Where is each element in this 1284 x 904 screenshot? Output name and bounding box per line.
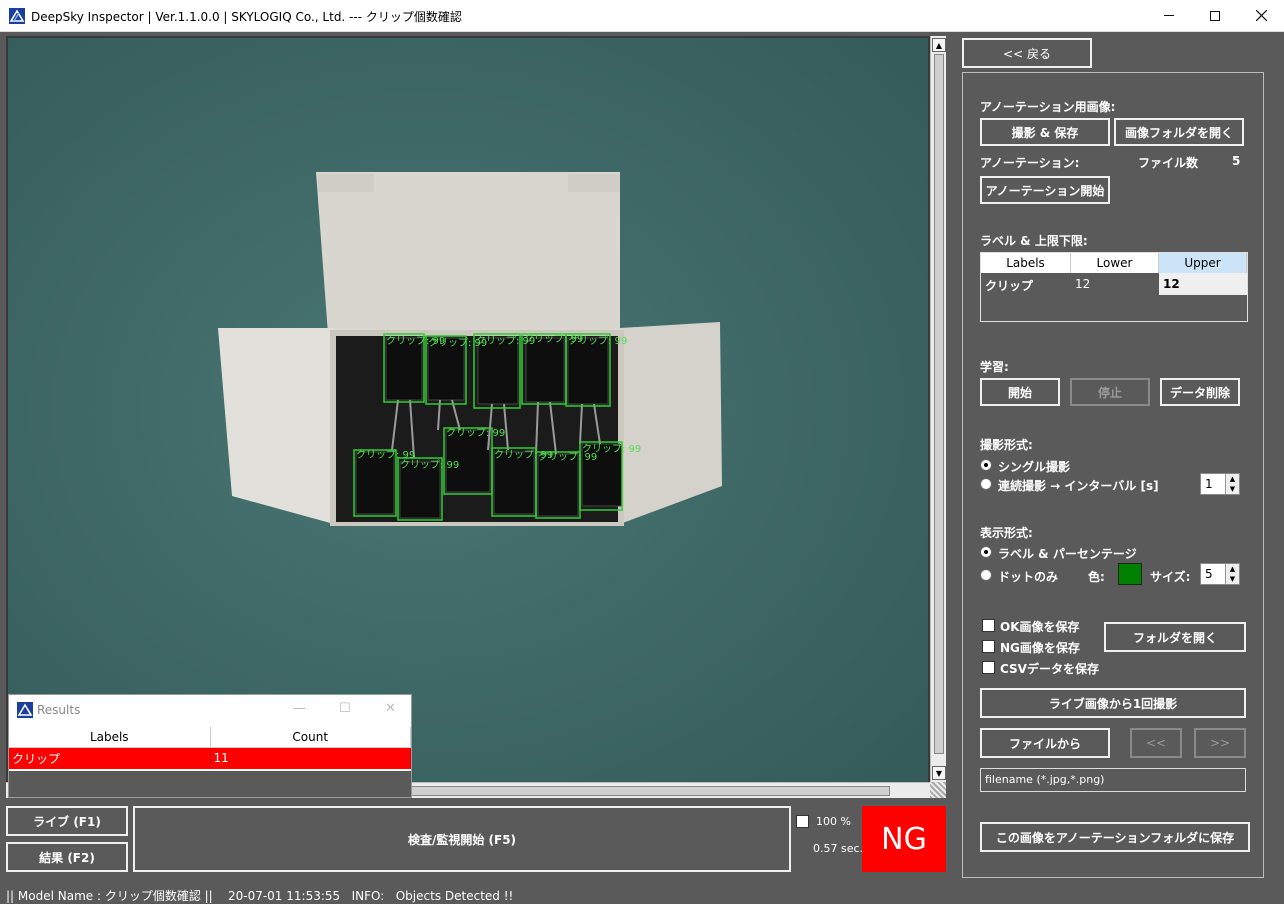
camera-image: クリップ: 99 クリップ: 99 クリップ: 99 クリップ: 99 クリップ…	[8, 38, 928, 782]
close-icon	[1255, 10, 1267, 21]
stepper-down-icon[interactable]: ▼	[1225, 574, 1239, 584]
column-header-upper: Upper	[1159, 253, 1247, 273]
scroll-up-arrow-icon[interactable]: ▲	[932, 38, 946, 52]
maximize-icon	[1210, 10, 1220, 21]
vertical-scrollbar[interactable]: ▲ ▼	[930, 36, 946, 782]
resize-grip[interactable]	[930, 782, 946, 798]
label-limits-table[interactable]: Labels Lower Upper クリップ 12 12	[980, 252, 1248, 322]
capture-from-live-button[interactable]: ライブ画像から1回撮影	[980, 688, 1246, 718]
stepper-down-icon[interactable]: ▼	[1225, 484, 1239, 494]
image-viewer[interactable]: クリップ: 99 クリップ: 99 クリップ: 99 クリップ: 99 クリップ…	[6, 36, 946, 798]
learning-stop-button[interactable]: 停止	[1070, 378, 1150, 406]
dots-only-radio[interactable]	[980, 569, 992, 581]
results-title-bar[interactable]: Results — ☐ ✕	[9, 695, 411, 725]
results-table: Labels Count クリップ 11	[9, 727, 411, 769]
results-close-icon[interactable]: ✕	[385, 701, 396, 716]
size-stepper[interactable]: 5 ▲ ▼	[1200, 563, 1240, 585]
inspect-start-button[interactable]: 検査/監視開始 (F5)	[133, 806, 791, 872]
results-maximize-icon[interactable]: ☐	[339, 701, 351, 716]
previous-image-button[interactable]: <<	[1130, 728, 1182, 758]
annotation-start-button[interactable]: アノーテーション開始	[980, 176, 1110, 204]
save-csv-checkbox[interactable]	[982, 661, 995, 674]
filename-field[interactable]: filename (*.jpg,*.png)	[980, 768, 1246, 792]
results-title: Results	[37, 703, 81, 717]
annotation-label: アノーテーション:	[980, 156, 1080, 170]
results-column-header: Labels	[9, 727, 211, 748]
verdict-indicator: NG	[862, 806, 946, 872]
window-title: DeepSky Inspector | Ver.1.1.0.0 | SKYLOG…	[31, 10, 462, 24]
zoom-checkbox[interactable]	[796, 815, 809, 828]
color-label: 色:	[1088, 570, 1105, 584]
status-text: || Model Name : クリップ個数確認 || 20-07-01 11:…	[6, 889, 514, 903]
learning-header: 学習:	[980, 360, 1009, 374]
dot-color-swatch[interactable]	[1118, 563, 1142, 585]
results-window[interactable]: Results — ☐ ✕ Labels Count クリップ 11	[8, 694, 412, 798]
interval-value: 1	[1205, 477, 1213, 491]
column-header-lower: Lower	[1071, 253, 1159, 273]
single-capture-radio[interactable]	[980, 459, 992, 471]
inspection-photo: クリップ: 99 クリップ: 99 クリップ: 99 クリップ: 99 クリップ…	[8, 38, 928, 782]
scroll-down-arrow-icon[interactable]: ▼	[932, 766, 946, 780]
label-percentage-label: ラベル & パーセンテージ	[998, 547, 1137, 561]
save-to-annotation-folder-button[interactable]: この画像をアノーテーションフォルダに保存	[980, 822, 1250, 852]
result-label-cell: クリップ	[9, 747, 211, 769]
save-csv-label: CSVデータを保存	[1000, 662, 1099, 676]
result-button[interactable]: 結果 (F2)	[6, 842, 128, 872]
status-bar: || Model Name : クリップ個数確認 || 20-07-01 11:…	[0, 882, 1284, 904]
continuous-capture-label: 連続撮影 → インターバル [s]	[998, 479, 1159, 493]
inspection-time: 0.57 sec.	[813, 842, 864, 855]
detection-label: クリップ: 99	[446, 427, 505, 439]
save-ok-checkbox[interactable]	[982, 619, 995, 632]
single-capture-label: シングル撮影	[998, 460, 1071, 474]
save-ok-label: OK画像を保存	[1000, 620, 1080, 634]
title-bar: DeepSky Inspector | Ver.1.1.0.0 | SKYLOG…	[0, 0, 1284, 32]
interval-stepper[interactable]: 1 ▲ ▼	[1200, 473, 1240, 495]
minimize-icon	[1164, 15, 1174, 16]
close-button[interactable]	[1238, 0, 1284, 31]
next-image-button[interactable]: >>	[1194, 728, 1246, 758]
live-button[interactable]: ライブ (F1)	[6, 806, 128, 836]
label-limits-header: ラベル & 上限下限:	[980, 234, 1088, 248]
vertical-scroll-thumb[interactable]	[934, 54, 944, 754]
minimize-button[interactable]	[1146, 0, 1192, 31]
continuous-capture-radio[interactable]	[980, 478, 992, 490]
file-count-value: 5	[1232, 154, 1241, 168]
stepper-up-icon[interactable]: ▲	[1225, 474, 1239, 484]
results-column-header: Count	[210, 727, 411, 748]
detection-label: クリップ: 99	[400, 459, 459, 471]
upper-cell[interactable]: 12	[1159, 273, 1247, 295]
stepper-up-icon[interactable]: ▲	[1225, 564, 1239, 574]
size-label: サイズ:	[1150, 570, 1191, 584]
open-image-folder-button[interactable]: 画像フォルダを開く	[1114, 118, 1244, 146]
learning-start-button[interactable]: 開始	[980, 378, 1060, 406]
table-row[interactable]: クリップ 11	[9, 747, 411, 769]
app-logo-icon	[9, 8, 25, 24]
label-percentage-radio[interactable]	[980, 546, 992, 558]
save-ng-checkbox[interactable]	[982, 640, 995, 653]
open-folder-button[interactable]: フォルダを開く	[1104, 622, 1246, 652]
result-count-cell: 11	[210, 747, 411, 769]
zoom-label: 100 %	[816, 815, 851, 828]
save-ng-label: NG画像を保存	[1000, 641, 1080, 655]
detection-label: クリップ: 99	[568, 335, 627, 347]
display-mode-header: 表示形式:	[980, 526, 1033, 540]
detection-label: クリップ: 99	[582, 443, 641, 455]
from-file-button[interactable]: ファイルから	[980, 728, 1110, 758]
back-button[interactable]: << 戻る	[962, 38, 1092, 68]
maximize-button[interactable]	[1192, 0, 1238, 31]
lower-cell[interactable]: 12	[1071, 273, 1159, 295]
results-empty-area	[9, 771, 411, 797]
dots-only-label: ドットのみ	[998, 570, 1059, 584]
capture-mode-header: 撮影形式:	[980, 438, 1033, 452]
capture-save-button[interactable]: 撮影 & 保存	[980, 118, 1110, 146]
app-logo-icon	[17, 702, 33, 718]
annotation-image-header: アノーテーション用画像:	[980, 100, 1116, 114]
delete-data-button[interactable]: データ削除	[1160, 378, 1240, 406]
file-count-label: ファイル数	[1138, 156, 1199, 170]
results-minimize-icon[interactable]: —	[293, 701, 306, 716]
size-value: 5	[1205, 567, 1213, 581]
label-cell[interactable]: クリップ	[981, 273, 1071, 295]
column-header-labels: Labels	[981, 253, 1071, 273]
